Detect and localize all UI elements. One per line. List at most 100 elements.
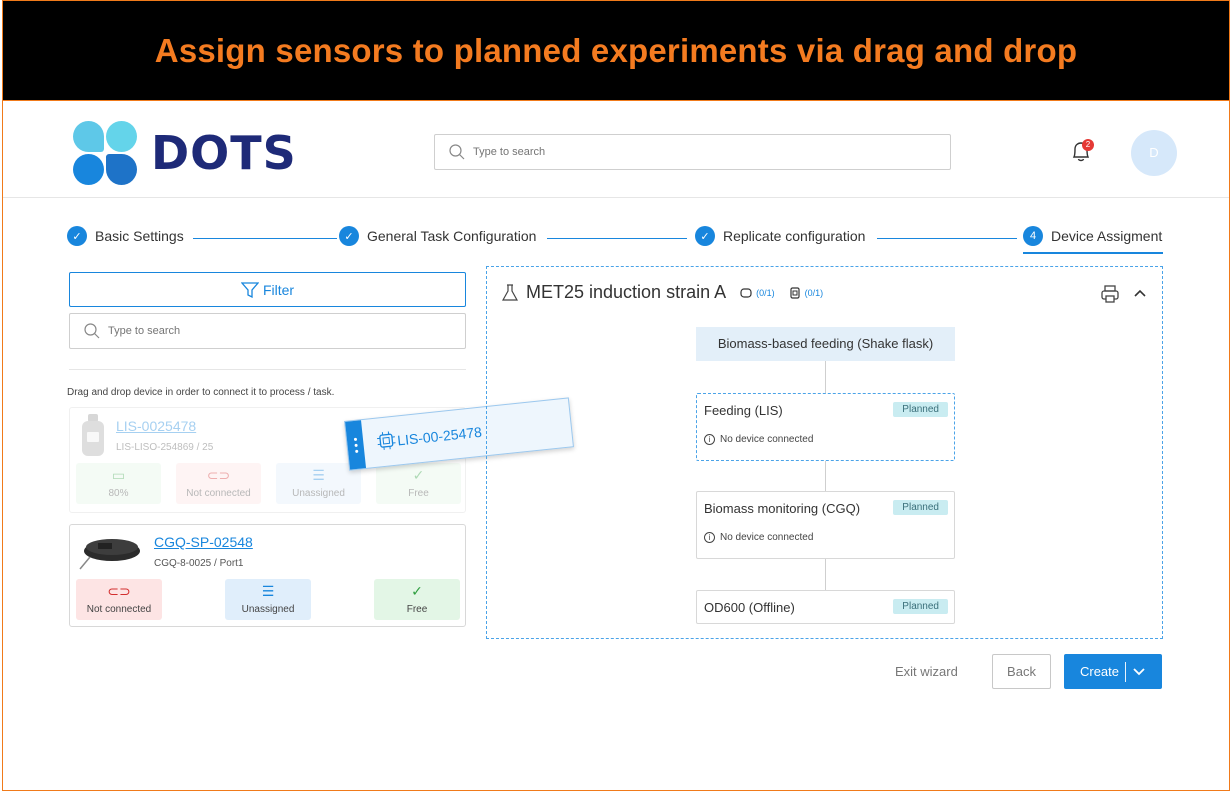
battery-icon: ▭ <box>111 467 126 483</box>
experiment-header: MET25 induction strain A (0/1) (0/1) <box>502 282 823 303</box>
step-connector <box>877 238 1017 239</box>
step-label: Basic Settings <box>95 228 184 244</box>
process-head-node: Biomass-based feeding (Shake flask) <box>696 327 955 361</box>
counter-a: (0/1) <box>756 287 775 298</box>
task-label: Feeding (LIS) <box>704 403 783 418</box>
active-step-underline <box>1023 252 1163 254</box>
info-icon: i <box>704 434 715 445</box>
check-icon: ✓ <box>695 226 715 246</box>
info-text: No device connected <box>720 532 814 543</box>
filter-icon <box>240 281 259 298</box>
connection-status: ⊂⊃ Not connected <box>176 463 261 504</box>
banner-title: Assign sensors to planned experiments vi… <box>154 31 1078 69</box>
chip-icon <box>376 431 396 451</box>
step-replicate[interactable]: ✓ Replicate configuration <box>695 226 865 246</box>
global-search-input[interactable] <box>473 146 874 158</box>
step-connector <box>193 238 337 239</box>
cgq-counter-icon <box>740 287 752 298</box>
availability-status: ✓ Free <box>376 463 461 504</box>
app-header: DOTS 2 D <box>3 101 1229 198</box>
print-icon[interactable] <box>1101 285 1119 303</box>
back-label: Back <box>1007 664 1036 679</box>
avatar[interactable]: D <box>1131 130 1177 176</box>
status-label: Unassigned <box>292 488 345 499</box>
app-window: DOTS 2 D ✓ Basic Settings ✓ General Task… <box>2 101 1230 791</box>
unlink-icon: ⊂⊃ <box>107 583 131 599</box>
chevron-up-icon[interactable] <box>1132 285 1148 301</box>
logo[interactable]: DOTS <box>73 121 297 185</box>
device-subtitle: LIS-LISO-254869 / 25 <box>116 442 214 453</box>
availability-status: ✓ Free <box>374 579 460 620</box>
filter-label: Filter <box>262 281 295 298</box>
device-info: i No device connected <box>704 434 813 445</box>
task-node-biomass[interactable]: Biomass monitoring (CGQ) Planned i No de… <box>696 491 955 559</box>
check-circle-icon: ✓ <box>412 467 425 483</box>
search-icon <box>449 144 465 160</box>
check-icon: ✓ <box>339 226 359 246</box>
cgq-sensor-icon <box>79 539 140 570</box>
task-label: OD600 (Offline) <box>704 600 795 615</box>
drag-handle-icon[interactable] <box>345 420 367 470</box>
search-icon <box>84 323 100 339</box>
check-circle-icon: ✓ <box>411 583 423 599</box>
device-card[interactable]: CGQ-SP-02548 CGQ-8-0025 / Port1 ⊂⊃ Not c… <box>69 524 466 627</box>
device-info: i No device connected <box>704 532 813 543</box>
status-label: Not connected <box>86 604 152 615</box>
button-separator <box>1125 661 1127 682</box>
instruction-banner: Assign sensors to planned experiments vi… <box>2 0 1230 101</box>
unlink-icon: ⊂⊃ <box>206 467 231 483</box>
device-subtitle: CGQ-8-0025 / Port1 <box>154 558 244 569</box>
status-label: Unassigned <box>241 604 295 615</box>
chevron-down-icon[interactable] <box>1132 665 1146 679</box>
status-label: 80% <box>108 488 129 499</box>
task-label: Biomass monitoring (CGQ) <box>704 501 861 516</box>
check-icon: ✓ <box>67 226 87 246</box>
info-icon: i <box>704 532 715 543</box>
device-search-input[interactable] <box>108 325 413 337</box>
step-basic-settings[interactable]: ✓ Basic Settings <box>67 226 184 246</box>
assignment-status: ☰ Unassigned <box>225 579 311 620</box>
connector-line <box>825 559 826 590</box>
status-badge: Planned <box>893 500 948 515</box>
drag-hint: Drag and drop device in order to connect… <box>67 387 335 398</box>
connector-line <box>825 361 826 393</box>
list-icon: ☰ <box>261 583 275 599</box>
logo-text: DOTS <box>151 126 297 180</box>
step-label: Replicate configuration <box>723 228 866 244</box>
step-number: 4 <box>1023 226 1043 246</box>
dots-logo-icon <box>73 121 137 185</box>
create-label: Create <box>1079 664 1120 679</box>
device-search[interactable] <box>69 313 466 349</box>
global-search[interactable] <box>434 134 951 170</box>
lis-counter-icon <box>790 286 800 299</box>
divider <box>69 369 466 370</box>
counter-b: (0/1) <box>804 287 824 298</box>
chip-label: LIS-00-25478 <box>396 423 483 449</box>
task-node-od600[interactable]: OD600 (Offline) Planned <box>696 590 955 624</box>
lis-sensor-icon <box>82 414 104 456</box>
notification-badge: 2 <box>1082 139 1094 151</box>
filter-button[interactable]: Filter <box>69 272 466 307</box>
info-text: No device connected <box>720 434 814 445</box>
flask-icon <box>502 283 518 301</box>
status-badge: Planned <box>893 402 948 417</box>
exit-wizard-link[interactable]: Exit wizard <box>895 664 958 679</box>
experiment-drop-zone[interactable]: MET25 induction strain A (0/1) (0/1) Bio… <box>486 266 1163 639</box>
step-label: General Task Configuration <box>367 228 537 244</box>
battery-status: ▭ 80% <box>76 463 161 504</box>
status-label: Free <box>406 604 428 615</box>
wizard-stepper: ✓ Basic Settings ✓ General Task Configur… <box>67 226 1165 254</box>
status-label: Not connected <box>186 488 251 499</box>
step-general-task[interactable]: ✓ General Task Configuration <box>339 226 536 246</box>
status-label: Free <box>408 488 429 499</box>
connector-line <box>825 461 826 491</box>
device-title-link[interactable]: LIS-0025478 <box>116 418 196 434</box>
task-node-feeding[interactable]: Feeding (LIS) Planned i No device connec… <box>696 393 955 461</box>
create-button[interactable]: Create <box>1064 654 1162 689</box>
status-badge: Planned <box>893 599 948 614</box>
back-button[interactable]: Back <box>992 654 1051 689</box>
step-device-assignment[interactable]: 4 Device Assigment <box>1023 226 1162 246</box>
experiment-title: MET25 induction strain A <box>526 282 727 302</box>
device-title-link[interactable]: CGQ-SP-02548 <box>154 534 253 550</box>
connection-status: ⊂⊃ Not connected <box>76 579 162 620</box>
